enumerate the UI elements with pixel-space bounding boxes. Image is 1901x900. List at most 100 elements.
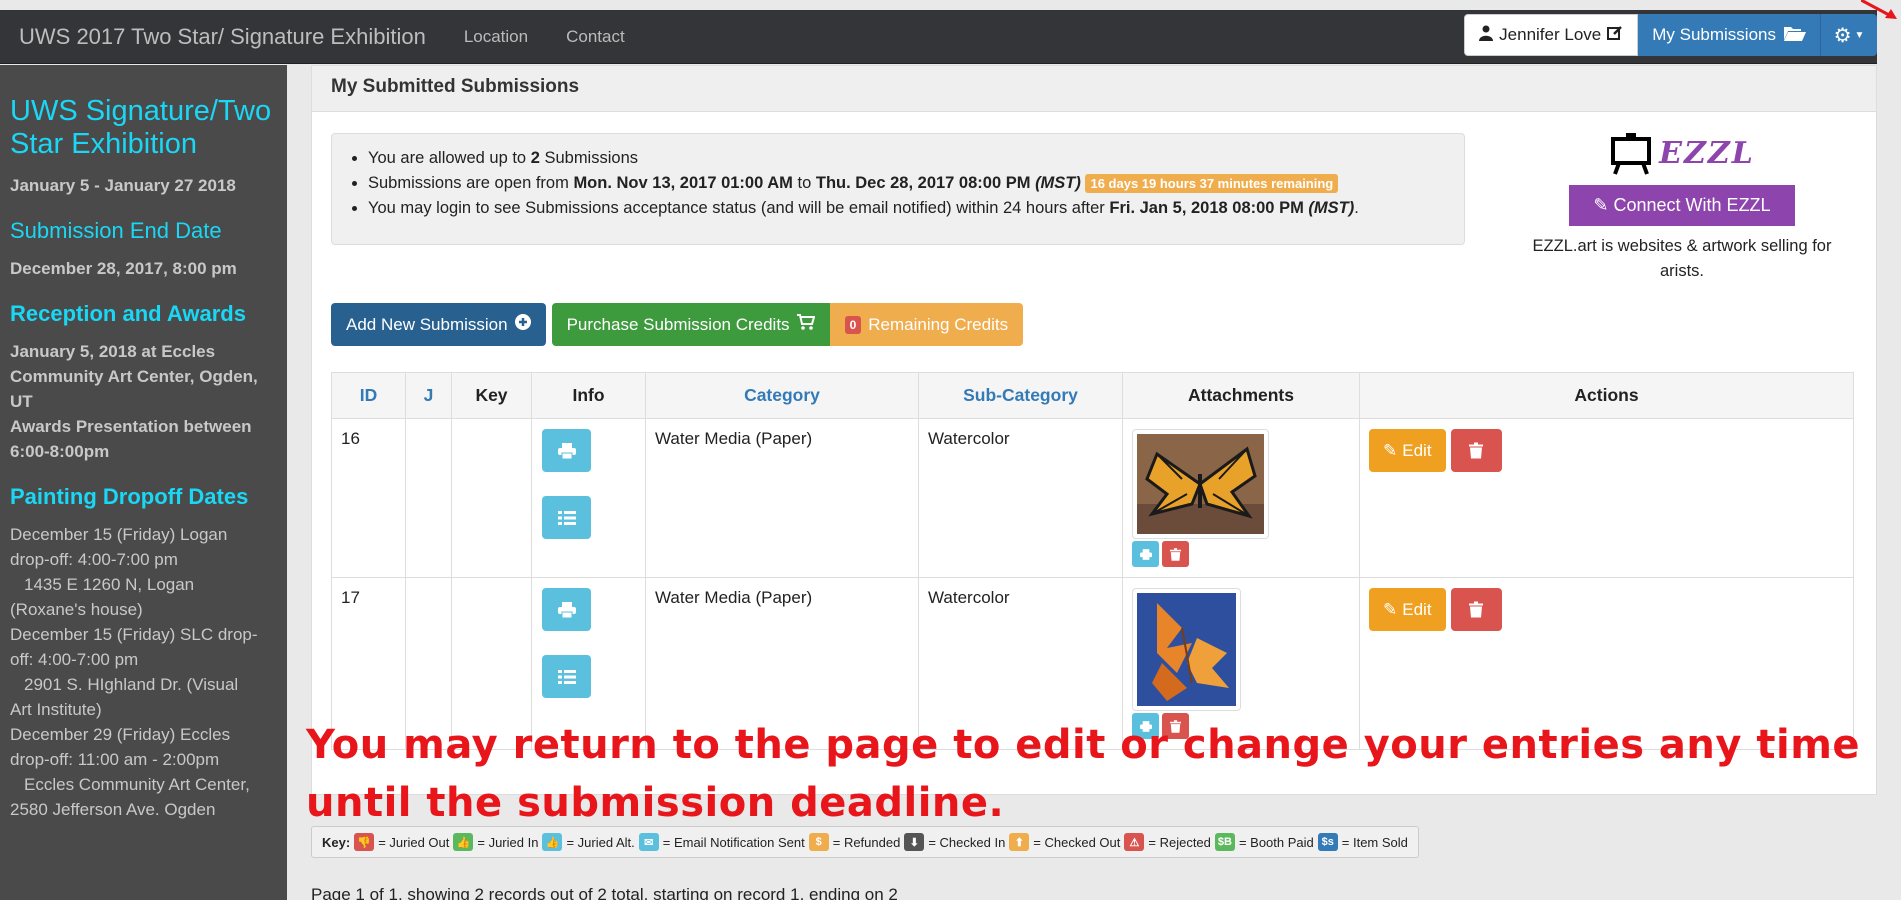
delete-submission-button[interactable] bbox=[1450, 429, 1502, 472]
dropoff-line: December 15 (Friday) SLC drop- bbox=[10, 625, 258, 644]
dropoff-line: December 15 (Friday) Logan bbox=[10, 525, 228, 544]
connect-ezzl-button[interactable]: ✎ Connect With EZZL bbox=[1569, 185, 1795, 226]
open-period-item: Submissions are open from Mon. Nov 13, 2… bbox=[368, 171, 1464, 196]
dropoff-line: (Roxane's house) bbox=[10, 600, 143, 619]
attachment-actions bbox=[1132, 541, 1350, 567]
edit-label: Edit bbox=[1402, 440, 1432, 460]
plug-icon: ✎ bbox=[1593, 195, 1609, 215]
allowed-submissions-item: You are allowed up to 2 Submissions bbox=[368, 146, 1464, 171]
allowed-count: 2 bbox=[530, 149, 540, 167]
nav-location-link[interactable]: Location bbox=[464, 27, 528, 47]
timezone: (MST) bbox=[1035, 174, 1081, 192]
navbar-actions: Jennifer Love My Submissions ⚙ ▼ bbox=[1464, 14, 1877, 56]
table-header-row: ID J Key Info Category Sub-Category Atta… bbox=[331, 372, 1854, 419]
col-subcategory[interactable]: Sub-Category bbox=[918, 372, 1123, 419]
sidebar: UWS Signature/Two Star Exhibition Januar… bbox=[0, 65, 287, 900]
reception-heading: Reception and Awards bbox=[10, 301, 246, 326]
delete-submission-button[interactable] bbox=[1450, 588, 1502, 631]
credits-count-badge: 0 bbox=[844, 315, 862, 334]
user-profile-button[interactable]: Jennifer Love bbox=[1464, 14, 1639, 56]
close-date: Thu. Dec 28, 2017 08:00 PM bbox=[815, 174, 1031, 192]
col-j[interactable]: J bbox=[405, 372, 452, 419]
details-list-button[interactable] bbox=[542, 655, 591, 698]
booth-paid-icon: $B bbox=[1214, 833, 1235, 851]
dropoff-line: December 29 (Friday) Eccles bbox=[10, 725, 231, 744]
cell-j bbox=[405, 418, 452, 578]
cell-subcategory: Watercolor bbox=[918, 418, 1123, 578]
reception-line: Awards Presentation between bbox=[10, 417, 252, 436]
connect-ezzl-label: Connect With EZZL bbox=[1613, 195, 1771, 215]
settings-dropdown-button[interactable]: ⚙ ▼ bbox=[1821, 14, 1877, 56]
refunded-icon: $ bbox=[808, 833, 829, 851]
table-row: 16 Water Media (Paper) Watercolor ✎ Edit bbox=[331, 418, 1854, 578]
nav-contact-link[interactable]: Contact bbox=[566, 27, 625, 47]
shopping-cart-icon bbox=[796, 314, 815, 335]
item-sold-icon: $s bbox=[1317, 833, 1338, 851]
dropoff-line: off: 4:00-7:00 pm bbox=[10, 650, 139, 669]
trash-icon bbox=[1469, 601, 1484, 618]
status-date: Fri. Jan 5, 2018 08:00 PM bbox=[1109, 199, 1304, 217]
dropoff-line: 1435 E 1260 N, Logan bbox=[24, 575, 195, 594]
key-text: = Booth Paid bbox=[1238, 834, 1314, 850]
print-button[interactable] bbox=[542, 588, 591, 631]
col-category[interactable]: Category bbox=[645, 372, 919, 419]
key-text: = Checked Out bbox=[1033, 834, 1121, 850]
artwork-thumbnail[interactable] bbox=[1132, 588, 1241, 711]
cell-attachments bbox=[1122, 418, 1360, 578]
edit-icon: ✎ bbox=[1383, 440, 1398, 460]
dropoff-line: Art Institute) bbox=[10, 700, 102, 719]
ezzl-logo: EZZL bbox=[1517, 128, 1847, 178]
email-sent-icon: ✉ bbox=[638, 833, 659, 851]
edit-submission-button[interactable]: ✎ Edit bbox=[1369, 429, 1446, 472]
edit-label: Edit bbox=[1402, 599, 1432, 619]
juried-out-icon: 👎 bbox=[354, 833, 375, 851]
remaining-credits-label: Remaining Credits bbox=[868, 314, 1009, 334]
dropoff-line: 2580 Jefferson Ave. Ogden bbox=[10, 800, 216, 819]
attachment-delete-button[interactable] bbox=[1162, 541, 1189, 567]
status-key-legend: Key: 👎 = Juried Out 👍 = Juried In 👍 = Jurie… bbox=[311, 826, 1419, 858]
edit-icon bbox=[1607, 25, 1623, 46]
dropoff-line: drop-off: 4:00-7:00 pm bbox=[10, 550, 178, 569]
reception-details: January 5, 2018 at Eccles Community Art … bbox=[10, 339, 277, 464]
site-brand[interactable]: UWS 2017 Two Star/ Signature Exhibition bbox=[0, 24, 426, 50]
juried-in-icon: 👍 bbox=[453, 833, 474, 851]
easel-icon bbox=[1611, 133, 1652, 175]
plus-circle-icon bbox=[514, 314, 531, 335]
cell-key bbox=[451, 418, 532, 578]
print-button[interactable] bbox=[542, 429, 591, 472]
trash-icon bbox=[1170, 547, 1181, 561]
ezzl-wordmark: EZZL bbox=[1659, 135, 1755, 171]
dropoff-line: Eccles Community Art Center, bbox=[24, 775, 250, 794]
edit-icon: ✎ bbox=[1383, 599, 1398, 619]
add-submission-button[interactable]: Add New Submission bbox=[331, 303, 546, 346]
cell-actions: ✎ Edit bbox=[1359, 418, 1854, 578]
leaves-painting-image bbox=[1137, 593, 1236, 706]
attachment-print-button[interactable] bbox=[1132, 541, 1159, 567]
my-submissions-button[interactable]: My Submissions bbox=[1638, 14, 1821, 56]
butterfly-painting-image bbox=[1137, 434, 1264, 534]
key-text: = Refunded bbox=[832, 834, 901, 850]
col-actions: Actions bbox=[1359, 372, 1854, 419]
print-icon bbox=[557, 601, 576, 618]
cell-id: 16 bbox=[331, 418, 406, 578]
key-text: = Checked In bbox=[928, 834, 1006, 850]
user-icon bbox=[1479, 25, 1494, 46]
artwork-thumbnail[interactable] bbox=[1132, 429, 1269, 539]
key-text: = Rejected bbox=[1148, 834, 1211, 850]
cell-category: Water Media (Paper) bbox=[645, 418, 919, 578]
list-icon bbox=[557, 510, 576, 525]
col-id[interactable]: ID bbox=[331, 372, 406, 419]
reception-line: UT bbox=[10, 392, 33, 411]
submission-end-date: December 28, 2017, 8:00 pm bbox=[10, 259, 237, 278]
edit-submission-button[interactable]: ✎ Edit bbox=[1369, 588, 1446, 631]
submissions-panel: My Submitted Submissions You are allowed… bbox=[311, 65, 1877, 795]
details-list-button[interactable] bbox=[542, 496, 591, 539]
checked-out-icon: ⬆ bbox=[1009, 833, 1030, 851]
panel-title: My Submitted Submissions bbox=[312, 66, 1876, 112]
remaining-credits-button[interactable]: 0 Remaining Credits bbox=[829, 303, 1024, 346]
info-text: Submissions are open from bbox=[368, 174, 574, 192]
add-submission-label: Add New Submission bbox=[346, 314, 508, 334]
purchase-credits-button[interactable]: Purchase Submission Credits bbox=[551, 303, 830, 346]
reception-line: 6:00-8:00pm bbox=[10, 442, 110, 461]
info-text: You are allowed up to bbox=[368, 149, 531, 167]
